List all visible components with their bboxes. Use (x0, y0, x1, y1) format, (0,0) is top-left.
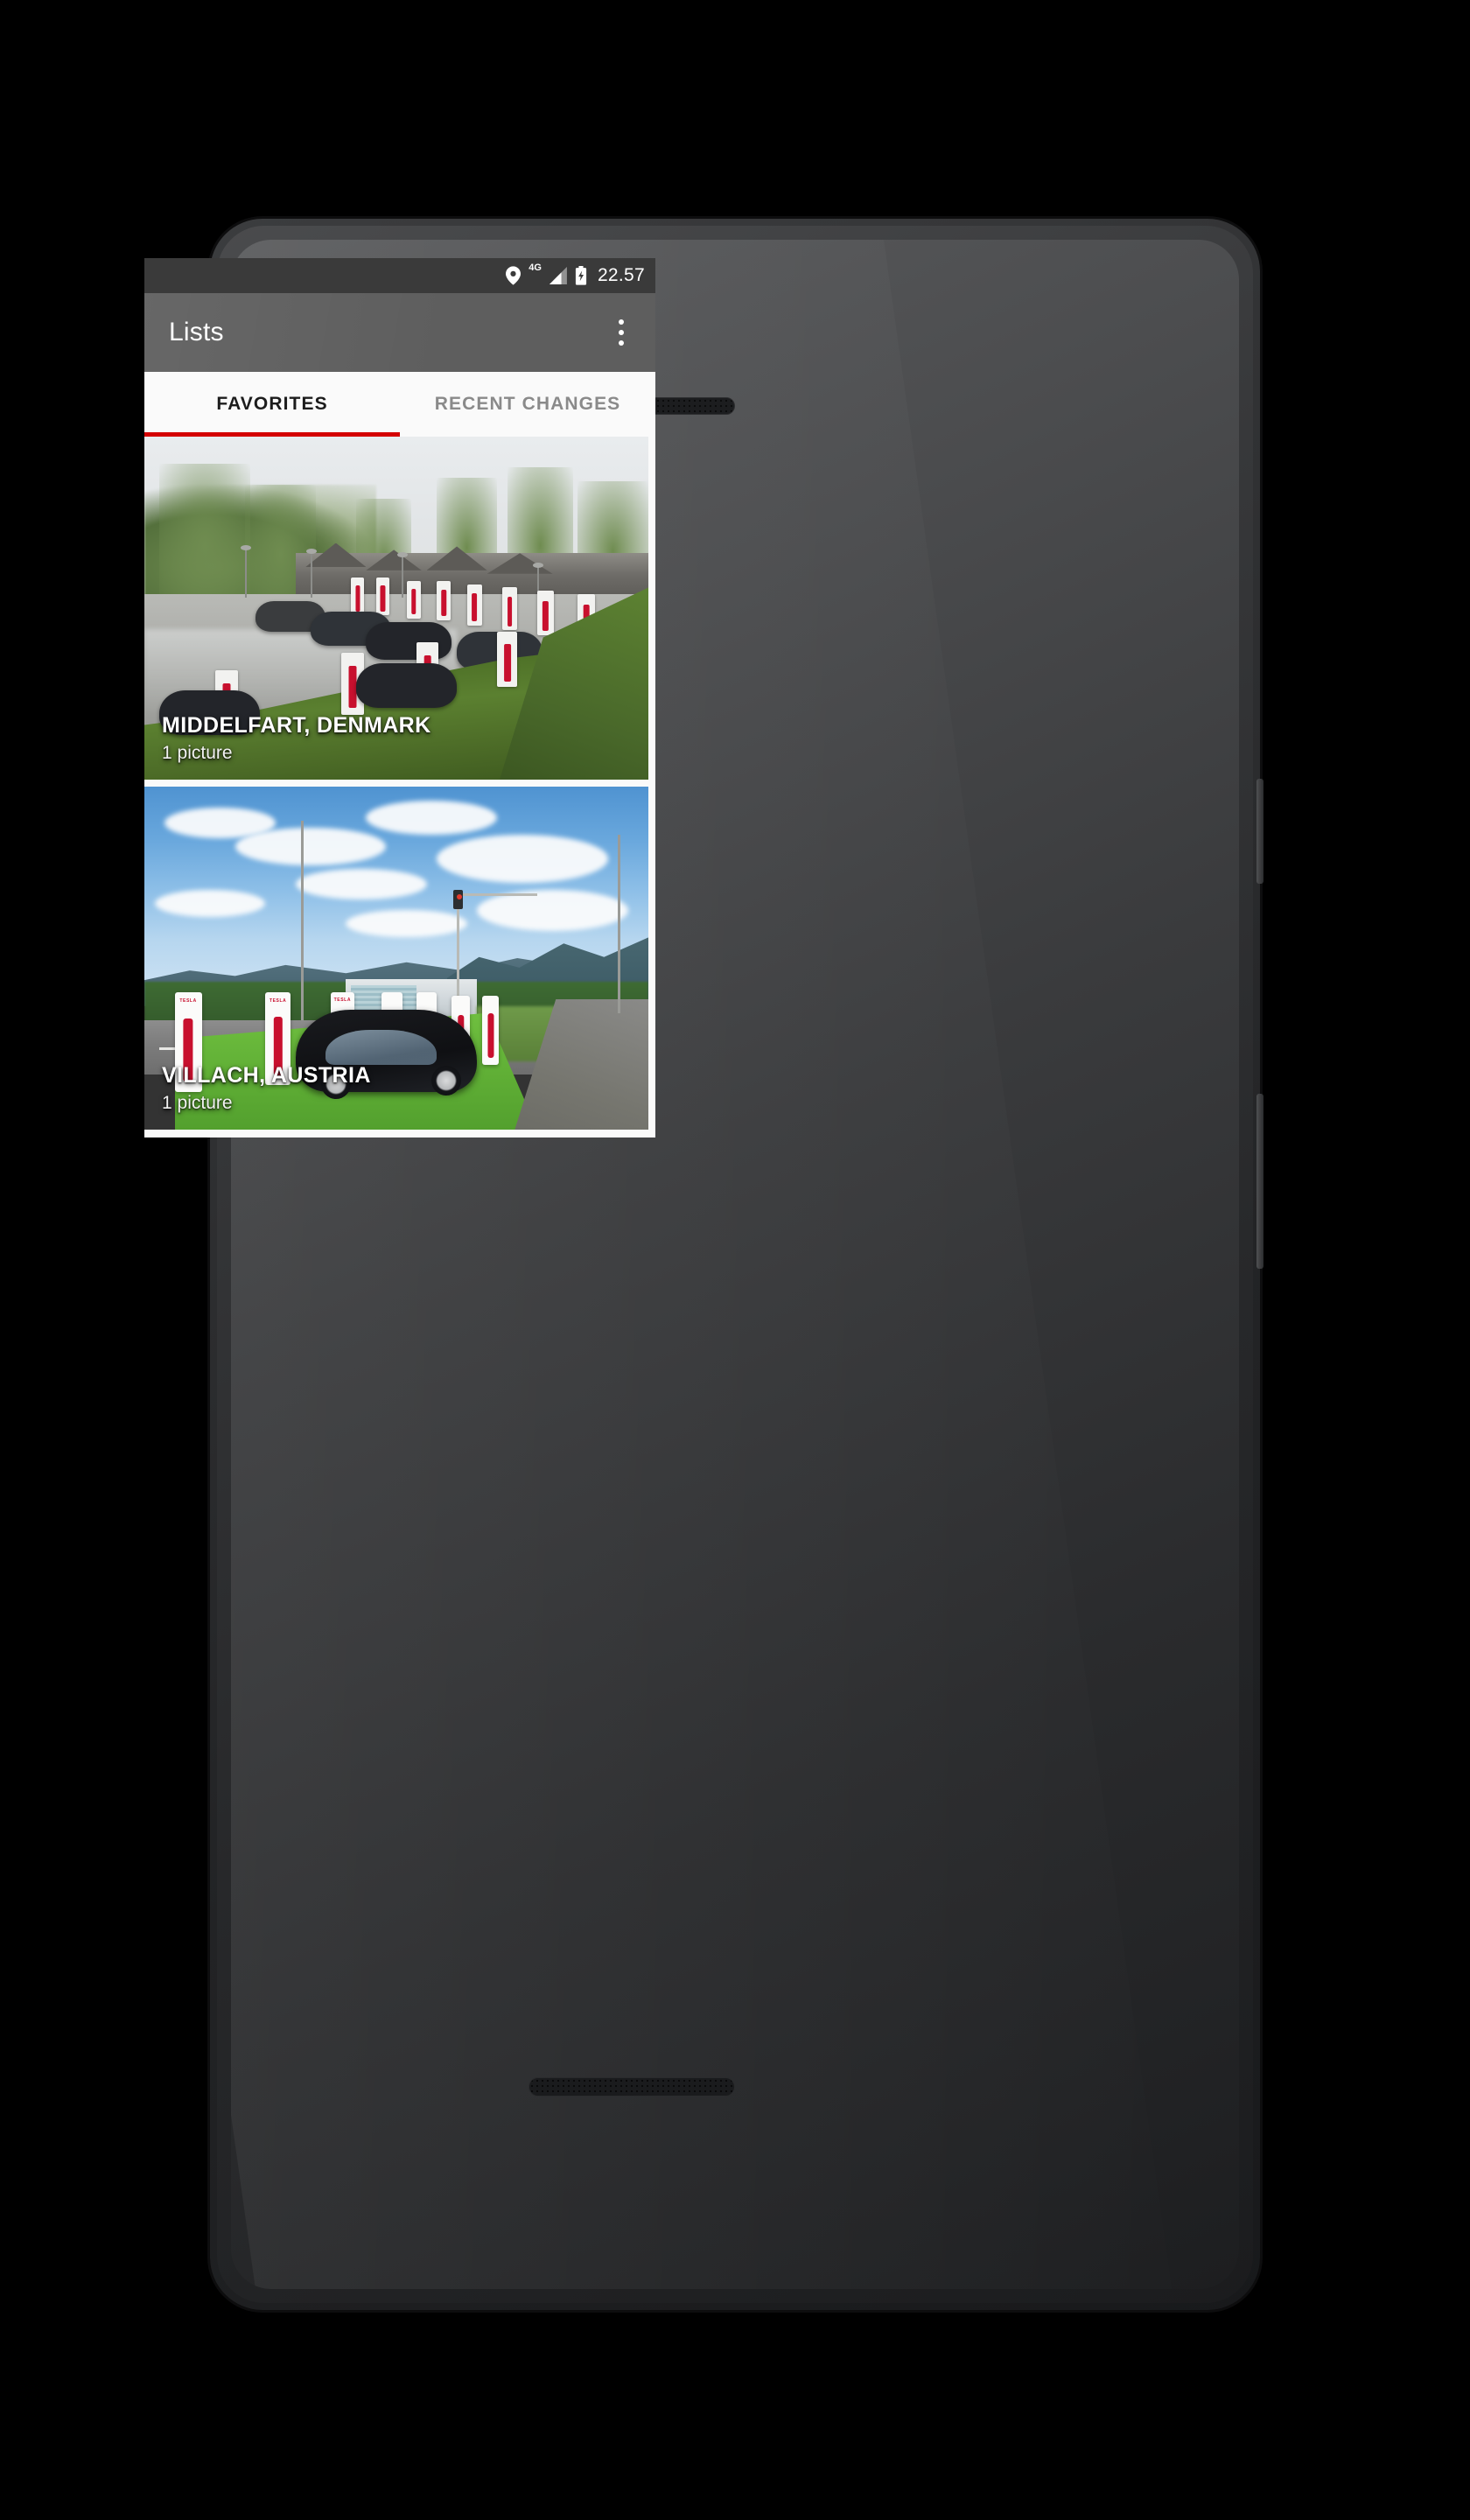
phone-screen: 4G 22.57 Lists FAVORITES RECENT CHANGES (144, 258, 655, 1138)
menu-dot (619, 330, 624, 335)
volume-rocker-button[interactable] (1256, 1094, 1264, 1269)
favorites-list[interactable]: MIDDELFART, DENMARK 1 picture TESLA TESL… (144, 437, 655, 1138)
card-title: MIDDELFART, DENMARK (162, 713, 431, 738)
app-bar: Lists (144, 293, 655, 372)
tab-favorites[interactable]: FAVORITES (144, 372, 400, 437)
status-bar: 4G 22.57 (144, 258, 655, 293)
tab-bar: FAVORITES RECENT CHANGES (144, 372, 655, 437)
card-caption: MIDDELFART, DENMARK 1 picture (162, 713, 431, 764)
card-subtitle: 1 picture (162, 743, 233, 763)
bottom-speaker-grille (528, 2077, 735, 2096)
battery-charging-icon (575, 266, 587, 285)
power-button[interactable] (1256, 779, 1264, 884)
status-bar-clock: 22.57 (597, 265, 645, 285)
card-title: VILLACH, AUSTRIA (162, 1063, 371, 1088)
network-type-label: 4G (528, 262, 542, 273)
card-caption: VILLACH, AUSTRIA 1 picture (162, 1063, 371, 1114)
card-subtitle: 1 picture (162, 1093, 233, 1113)
menu-dot (619, 340, 624, 346)
page-title: Lists (169, 318, 224, 346)
signal-bars-icon (548, 267, 567, 284)
list-item[interactable]: TESLA TESLA TESLA VILLACH, AUSTRIA 1 pic… (144, 787, 648, 1130)
overflow-menu-icon[interactable] (610, 312, 633, 353)
list-item[interactable]: MIDDELFART, DENMARK 1 picture (144, 437, 648, 780)
menu-dot (619, 319, 624, 325)
location-pin-icon (506, 266, 522, 285)
tab-recent-changes[interactable]: RECENT CHANGES (400, 372, 655, 437)
